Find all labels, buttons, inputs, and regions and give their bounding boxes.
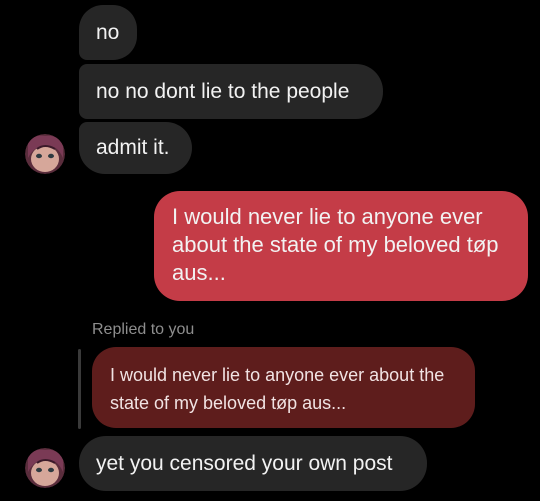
message-bubble-no[interactable]: no (79, 5, 137, 60)
user-avatar-icon[interactable] (25, 448, 65, 488)
quoted-reply-bubble[interactable]: I would never lie to anyone ever about t… (92, 347, 475, 428)
reply-indicator-bar (78, 349, 81, 429)
user-avatar-icon[interactable] (25, 134, 65, 174)
message-bubble-dont-lie[interactable]: no no dont lie to the people (79, 64, 383, 119)
quoted-text: I would never lie to anyone ever about t… (110, 365, 445, 413)
message-text: yet you censored your own post (96, 452, 393, 475)
outgoing-message-bubble[interactable]: I would never lie to anyone ever about t… (154, 191, 528, 301)
message-bubble-censored[interactable]: yet you censored your own post (79, 436, 427, 491)
message-bubble-admit-it[interactable]: admit it. (79, 122, 192, 174)
message-text: no (96, 21, 120, 44)
message-text: I would never lie to anyone ever about t… (172, 204, 499, 285)
replied-to-you-label: Replied to you (92, 321, 195, 338)
message-text: no no dont lie to the people (96, 80, 350, 103)
message-text: admit it. (96, 136, 170, 159)
